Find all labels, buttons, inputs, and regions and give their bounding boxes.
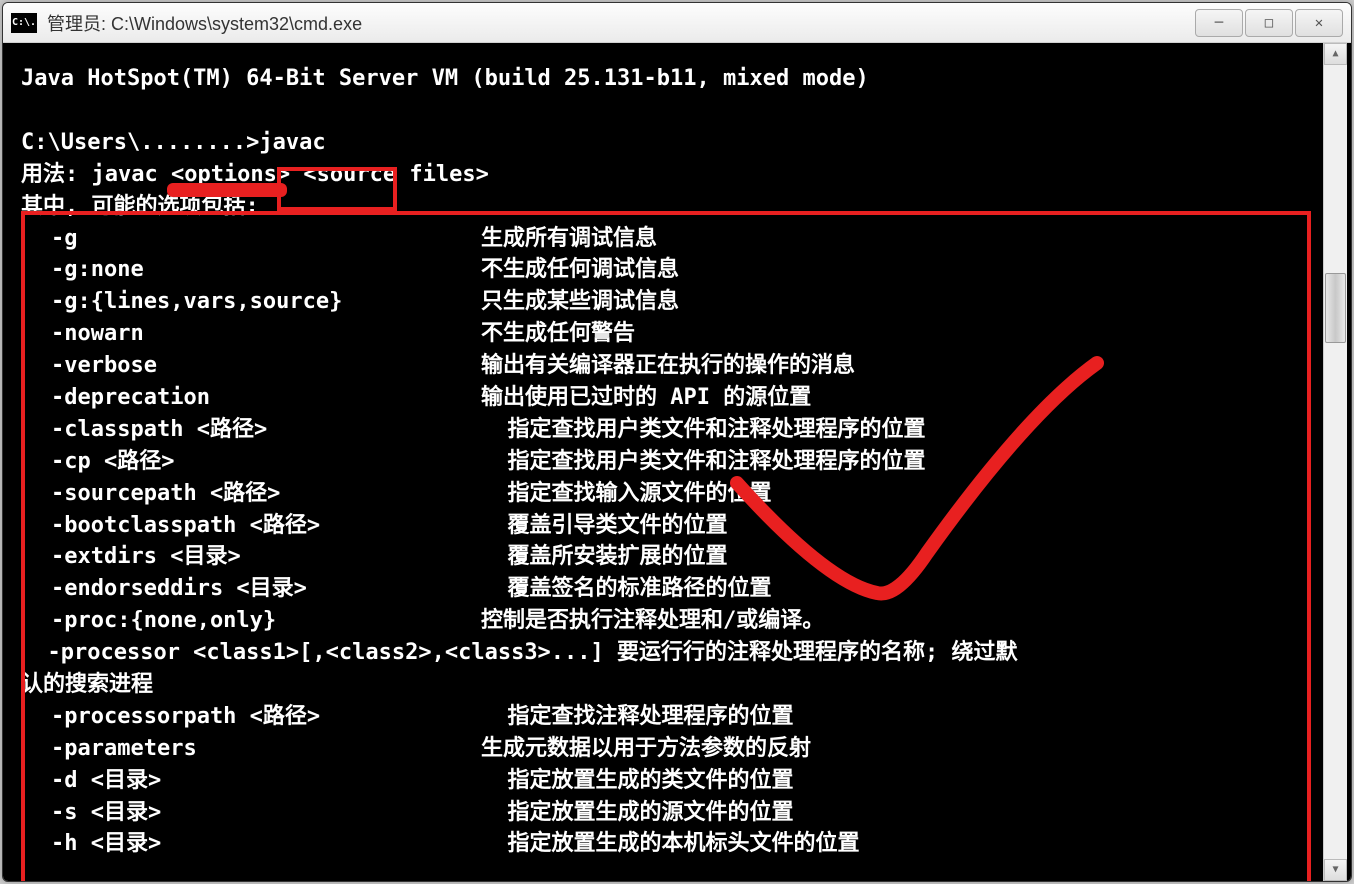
option-desc: 覆盖所安装扩展的位置 bbox=[481, 541, 728, 573]
option-desc: 只生成某些调试信息 bbox=[481, 286, 679, 318]
terminal-content: Java HotSpot(TM) 64-Bit Server VM (build… bbox=[7, 53, 1323, 881]
minimize-button[interactable]: ─ bbox=[1195, 9, 1243, 37]
option-flag: -g:{lines,vars,source} bbox=[21, 286, 481, 318]
option-row: -bootclasspath <路径> 覆盖引导类文件的位置 bbox=[21, 510, 1323, 542]
option-desc: 指定查找输入源文件的位置 bbox=[481, 478, 772, 510]
option-row: -h <目录> 指定放置生成的本机标头文件的位置 bbox=[21, 828, 1323, 860]
option-row: -cp <路径> 指定查找用户类文件和注释处理程序的位置 bbox=[21, 446, 1323, 478]
window-title: 管理员: C:\Windows\system32\cmd.exe bbox=[47, 10, 1195, 36]
option-row: -extdirs <目录> 覆盖所安装扩展的位置 bbox=[21, 541, 1323, 573]
option-row: -deprecation 输出使用已过时的 API 的源位置 bbox=[21, 382, 1323, 414]
option-desc: 输出使用已过时的 API 的源位置 bbox=[481, 382, 811, 414]
option-row: -parameters 生成元数据以用于方法参数的反射 bbox=[21, 733, 1323, 765]
option-desc: 指定放置生成的类文件的位置 bbox=[481, 765, 794, 797]
option-flag: -verbose bbox=[21, 350, 481, 382]
option-flag: -g:none bbox=[21, 254, 481, 286]
option-flag: -h <目录> bbox=[21, 828, 481, 860]
option-flag: -processorpath <路径> bbox=[21, 701, 481, 733]
option-flag: -d <目录> bbox=[21, 765, 481, 797]
option-flag: -bootclasspath <路径> bbox=[21, 510, 481, 542]
term-line-usage: 用法: javac <options> <source files> bbox=[21, 159, 1323, 191]
maximize-button[interactable]: □ bbox=[1245, 9, 1293, 37]
option-row: -verbose 输出有关编译器正在执行的操作的消息 bbox=[21, 350, 1323, 382]
option-flag: -classpath <路径> bbox=[21, 414, 481, 446]
close-button[interactable]: ✕ bbox=[1295, 9, 1343, 37]
option-row: -g:none 不生成任何调试信息 bbox=[21, 254, 1323, 286]
option-desc: 指定放置生成的源文件的位置 bbox=[481, 797, 794, 829]
option-desc: 指定放置生成的本机标头文件的位置 bbox=[481, 828, 860, 860]
cmd-window: C:\. 管理员: C:\Windows\system32\cmd.exe ─ … bbox=[2, 2, 1352, 882]
term-line-options-header: 其中, 可能的选项包括: bbox=[21, 191, 1323, 223]
option-flag: -sourcepath <路径> bbox=[21, 478, 481, 510]
option-flag: -nowarn bbox=[21, 318, 481, 350]
option-row: -g:{lines,vars,source} 只生成某些调试信息 bbox=[21, 286, 1323, 318]
option-row: -endorseddirs <目录> 覆盖签名的标准路径的位置 bbox=[21, 573, 1323, 605]
option-desc: 指定查找注释处理程序的位置 bbox=[481, 701, 794, 733]
window-controls: ─ □ ✕ bbox=[1195, 9, 1343, 37]
option-row: -processorpath <路径> 指定查找注释处理程序的位置 bbox=[21, 701, 1323, 733]
term-line-prompt: C:\Users\........>javac bbox=[21, 127, 1323, 159]
option-flag: -s <目录> bbox=[21, 797, 481, 829]
term-line-vm: Java HotSpot(TM) 64-Bit Server VM (build… bbox=[21, 63, 1323, 95]
option-flag: -cp <路径> bbox=[21, 446, 481, 478]
option-desc: 输出有关编译器正在执行的操作的消息 bbox=[481, 350, 855, 382]
option-flag: -g bbox=[21, 223, 481, 255]
option-desc: 覆盖引导类文件的位置 bbox=[481, 510, 728, 542]
option-desc: 生成所有调试信息 bbox=[481, 223, 657, 255]
titlebar[interactable]: C:\. 管理员: C:\Windows\system32\cmd.exe ─ … bbox=[3, 3, 1351, 43]
option-row: -proc:{none,only} 控制是否执行注释处理和/或编译。 bbox=[21, 605, 1323, 637]
option-row: -sourcepath <路径> 指定查找输入源文件的位置 bbox=[21, 478, 1323, 510]
option-row: -classpath <路径> 指定查找用户类文件和注释处理程序的位置 bbox=[21, 414, 1323, 446]
option-flag: -deprecation bbox=[21, 382, 481, 414]
option-desc: 指定查找用户类文件和注释处理程序的位置 bbox=[481, 414, 926, 446]
option-processor-line: -processor <class1>[,<class2>,<class3>..… bbox=[21, 637, 1323, 669]
option-flag: -proc:{none,only} bbox=[21, 605, 481, 637]
option-desc: 控制是否执行注释处理和/或编译。 bbox=[481, 605, 824, 637]
option-desc: 不生成任何警告 bbox=[481, 318, 635, 350]
option-row: -d <目录> 指定放置生成的类文件的位置 bbox=[21, 765, 1323, 797]
scrollbar[interactable]: ▲ ▼ bbox=[1323, 43, 1347, 881]
option-row: -nowarn 不生成任何警告 bbox=[21, 318, 1323, 350]
app-icon: C:\. bbox=[11, 13, 37, 33]
option-desc: 生成元数据以用于方法参数的反射 bbox=[481, 733, 811, 765]
scroll-thumb[interactable] bbox=[1325, 273, 1346, 343]
option-flag: -endorseddirs <目录> bbox=[21, 573, 481, 605]
option-flag: -extdirs <目录> bbox=[21, 541, 481, 573]
scroll-down-button[interactable]: ▼ bbox=[1324, 859, 1347, 881]
terminal-area[interactable]: Java HotSpot(TM) 64-Bit Server VM (build… bbox=[3, 43, 1351, 881]
option-desc: 不生成任何调试信息 bbox=[481, 254, 679, 286]
option-processor-wrap: 认的搜索进程 bbox=[21, 669, 1323, 701]
option-desc: 覆盖签名的标准路径的位置 bbox=[481, 573, 772, 605]
option-row: -g 生成所有调试信息 bbox=[21, 223, 1323, 255]
term-blank bbox=[21, 95, 1323, 127]
scroll-up-button[interactable]: ▲ bbox=[1324, 43, 1347, 65]
option-row: -s <目录> 指定放置生成的源文件的位置 bbox=[21, 797, 1323, 829]
option-desc: 指定查找用户类文件和注释处理程序的位置 bbox=[481, 446, 926, 478]
option-flag: -parameters bbox=[21, 733, 481, 765]
